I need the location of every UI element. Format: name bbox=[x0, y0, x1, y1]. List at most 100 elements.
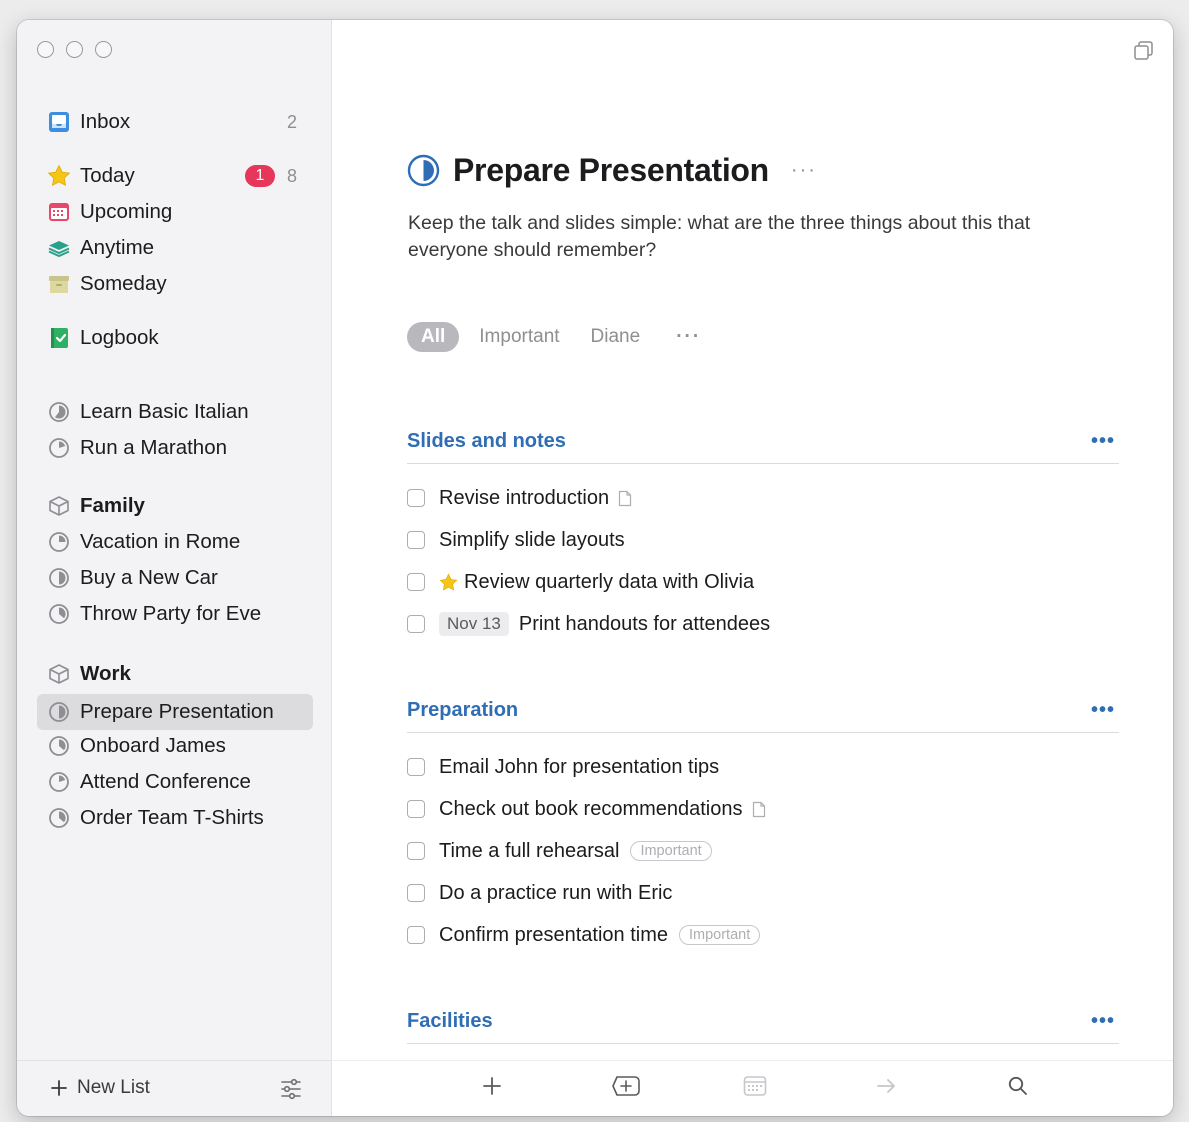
todo-checkbox[interactable] bbox=[407, 842, 425, 860]
tag-filter-bar: All Important Diane ··· bbox=[407, 322, 732, 352]
project-progress-icon bbox=[46, 805, 72, 831]
sidebar-item-label: Run a Marathon bbox=[80, 436, 228, 459]
arrow-right-icon bbox=[877, 1079, 895, 1093]
app-window: Inbox 2 Today 1 8 Upcoming Anytime Somed… bbox=[17, 20, 1173, 1116]
sidebar-item-label: Learn Basic Italian bbox=[80, 400, 249, 423]
tag-badge: Important bbox=[678, 925, 761, 945]
layers-icon bbox=[46, 235, 72, 261]
sidebar-item-project[interactable]: Learn Basic Italian bbox=[37, 396, 313, 428]
todo-checkbox[interactable] bbox=[407, 615, 425, 633]
todo-checkbox[interactable] bbox=[407, 531, 425, 549]
new-list-button[interactable]: New List bbox=[50, 1077, 150, 1099]
sidebar-item-label: Upcoming bbox=[80, 200, 173, 223]
zoom-window-button[interactable] bbox=[95, 41, 112, 58]
tag-filter-diane[interactable]: Diane bbox=[591, 326, 641, 348]
calendar-icon bbox=[743, 1076, 767, 1096]
sidebar-item-project[interactable]: Run a Marathon bbox=[37, 432, 313, 464]
heading-more-button[interactable]: ••• bbox=[1091, 430, 1115, 453]
sidebar-item-label: Anytime bbox=[80, 236, 155, 259]
sidebar-item-label: Onboard James bbox=[80, 734, 226, 757]
sidebar: Inbox 2 Today 1 8 Upcoming Anytime Somed… bbox=[17, 20, 332, 1116]
minimize-window-button[interactable] bbox=[66, 41, 83, 58]
sidebar-item-someday[interactable]: Someday bbox=[37, 268, 313, 300]
archive-box-icon bbox=[46, 271, 72, 297]
todo-item[interactable]: Nov 13 Print handouts for attendees bbox=[407, 609, 770, 639]
sidebar-item-project[interactable]: Vacation in Rome bbox=[37, 526, 313, 558]
search-button[interactable] bbox=[1007, 1075, 1029, 1102]
todo-item[interactable]: Check out book recommendations bbox=[407, 794, 766, 824]
todo-checkbox[interactable] bbox=[407, 926, 425, 944]
heading-title: Facilities bbox=[407, 1010, 493, 1032]
todo-checkbox[interactable] bbox=[407, 800, 425, 818]
sidebar-item-project-selected[interactable]: Prepare Presentation bbox=[37, 694, 313, 730]
project-progress-icon bbox=[46, 769, 72, 795]
page-title[interactable]: Prepare Presentation bbox=[453, 152, 769, 189]
move-button[interactable] bbox=[875, 1075, 897, 1102]
sidebar-item-anytime[interactable]: Anytime bbox=[37, 232, 313, 264]
sidebar-area-work[interactable]: Work bbox=[37, 658, 313, 690]
duplicate-window-button[interactable] bbox=[1133, 40, 1155, 67]
project-more-button[interactable]: ··· bbox=[791, 159, 817, 182]
project-notes[interactable]: Keep the talk and slides simple: what ar… bbox=[408, 210, 1088, 264]
todo-title: Review quarterly data with Olivia bbox=[464, 570, 755, 593]
todo-item[interactable]: Simplify slide layouts bbox=[407, 525, 625, 555]
heading-preparation[interactable]: Preparation ••• bbox=[407, 691, 1119, 733]
sidebar-item-project[interactable]: Attend Conference bbox=[37, 766, 313, 798]
sidebar-item-project[interactable]: Order Team T-Shirts bbox=[37, 802, 313, 834]
tag-filter-important[interactable]: Important bbox=[479, 326, 559, 348]
todo-item[interactable]: Review quarterly data with Olivia bbox=[407, 567, 754, 597]
todo-item[interactable]: Time a full rehearsal Important bbox=[407, 836, 712, 866]
sidebar-item-today[interactable]: Today 1 8 bbox=[37, 160, 313, 192]
todo-item[interactable]: Do a practice run with Eric bbox=[407, 878, 672, 908]
new-list-label: New List bbox=[77, 1077, 150, 1098]
project-progress-icon bbox=[46, 699, 72, 725]
bottom-toolbar bbox=[333, 1060, 1173, 1116]
todo-item[interactable]: Confirm presentation time Important bbox=[407, 920, 761, 950]
heading-more-button[interactable]: ••• bbox=[1091, 1010, 1115, 1033]
todo-item[interactable]: Revise introduction bbox=[407, 483, 632, 513]
sidebar-item-project[interactable]: Onboard James bbox=[37, 730, 313, 762]
project-progress-icon bbox=[46, 399, 72, 425]
sidebar-item-label: Today bbox=[80, 164, 135, 187]
todo-checkbox[interactable] bbox=[407, 573, 425, 591]
star-icon bbox=[46, 163, 72, 189]
add-heading-icon bbox=[612, 1076, 640, 1096]
sidebar-item-upcoming[interactable]: Upcoming bbox=[37, 196, 313, 228]
todo-checkbox[interactable] bbox=[407, 758, 425, 776]
heading-more-button[interactable]: ••• bbox=[1091, 699, 1115, 722]
new-todo-button[interactable] bbox=[481, 1075, 503, 1102]
project-progress-icon bbox=[407, 154, 440, 187]
heading-title: Preparation bbox=[407, 699, 519, 721]
heading-slides-and-notes[interactable]: Slides and notes ••• bbox=[407, 422, 1119, 464]
sidebar-item-label: Someday bbox=[80, 272, 167, 295]
todo-item[interactable]: Email John for presentation tips bbox=[407, 752, 719, 782]
note-icon bbox=[752, 801, 766, 818]
today-count: 8 bbox=[286, 165, 297, 186]
sidebar-area-family[interactable]: Family bbox=[37, 490, 313, 522]
todo-title: Confirm presentation time bbox=[439, 923, 668, 946]
project-header: Prepare Presentation ··· bbox=[407, 152, 817, 189]
heading-facilities[interactable]: Facilities ••• bbox=[407, 1002, 1119, 1044]
sidebar-item-label: Attend Conference bbox=[80, 770, 251, 793]
sidebar-item-project[interactable]: Throw Party for Eve bbox=[37, 598, 313, 630]
date-badge: Nov 13 bbox=[439, 612, 509, 636]
tag-filter-more-button[interactable]: ··· bbox=[676, 326, 701, 348]
tag-filter-all[interactable]: All bbox=[407, 322, 460, 352]
todo-title: Simplify slide layouts bbox=[439, 528, 625, 551]
due-badge: 1 bbox=[245, 165, 275, 187]
sidebar-footer: New List bbox=[17, 1060, 331, 1116]
close-window-button[interactable] bbox=[37, 41, 54, 58]
sidebar-settings-button[interactable] bbox=[279, 1077, 303, 1106]
sidebar-item-project[interactable]: Buy a New Car bbox=[37, 562, 313, 594]
copy-icon bbox=[1134, 41, 1153, 60]
todo-checkbox[interactable] bbox=[407, 884, 425, 902]
area-cube-icon bbox=[46, 493, 72, 519]
sidebar-item-logbook[interactable]: Logbook bbox=[37, 322, 313, 354]
sidebar-item-inbox[interactable]: Inbox 2 bbox=[37, 106, 313, 138]
todo-checkbox[interactable] bbox=[407, 489, 425, 507]
todo-title: Revise introduction bbox=[439, 486, 610, 509]
sidebar-item-label: Throw Party for Eve bbox=[80, 602, 262, 625]
when-button[interactable] bbox=[743, 1075, 767, 1102]
sidebar-item-label: Inbox bbox=[80, 110, 131, 133]
new-heading-button[interactable] bbox=[611, 1075, 641, 1102]
